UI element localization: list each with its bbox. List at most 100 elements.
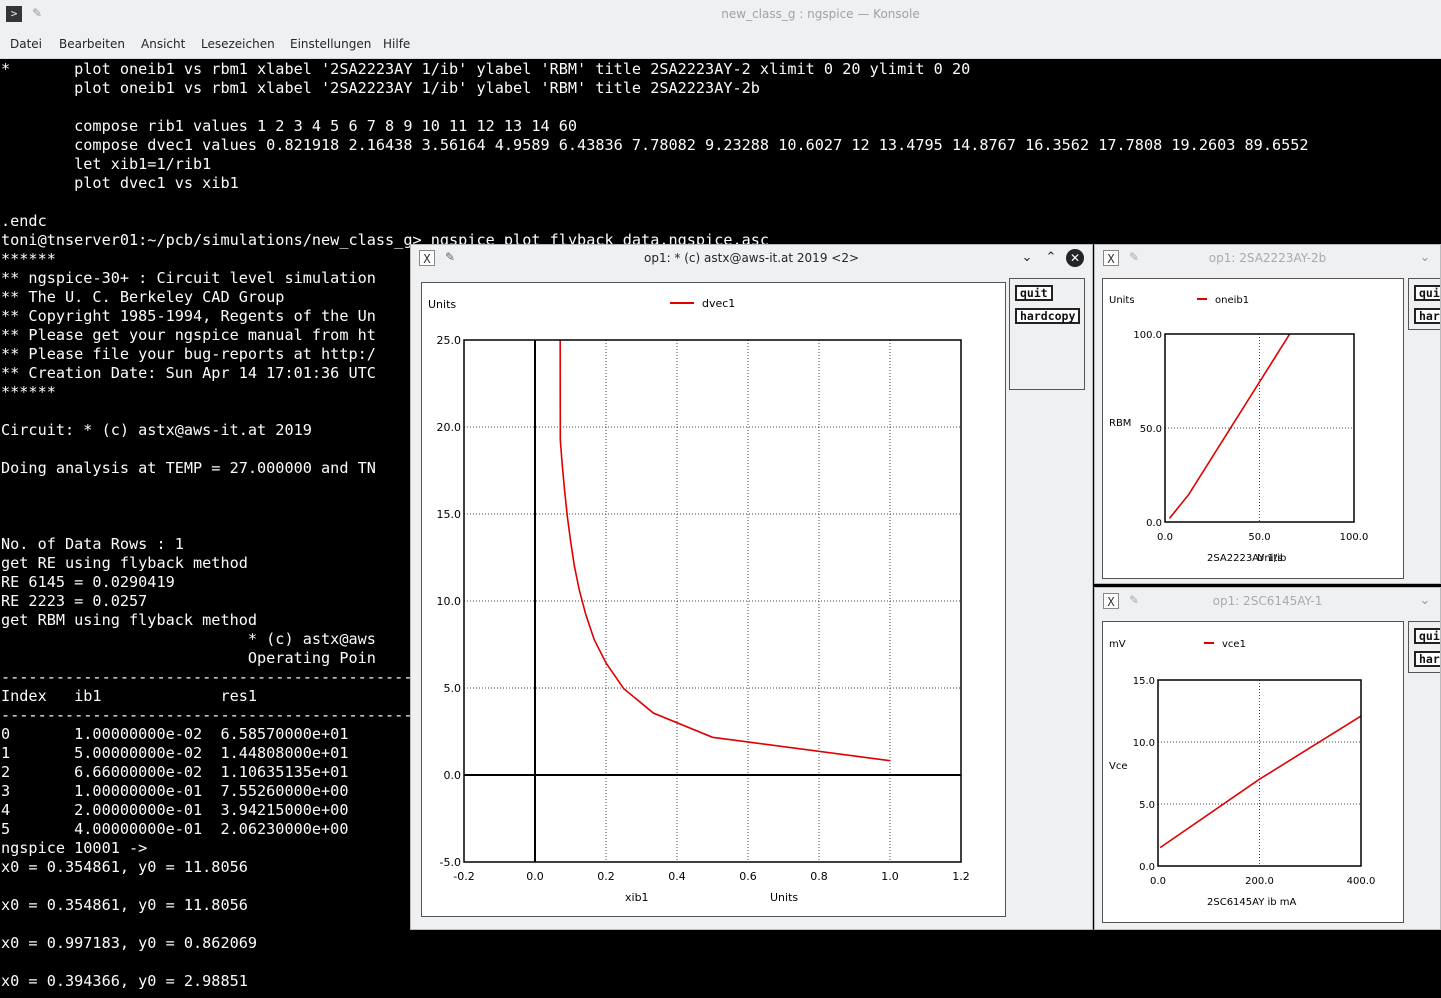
button-panel: quit hardcopy <box>1009 278 1085 390</box>
terminal-line: 5 4.00000000e-01 2.06230000e+00 <box>1 820 349 838</box>
terminal-line: Doing analysis at TEMP = 27.000000 and T… <box>1 459 376 477</box>
x-tick-label: 1.2 <box>952 870 970 883</box>
terminal-line: plot dvec1 vs xib1 <box>1 174 239 192</box>
data-point <box>1188 494 1190 496</box>
terminal-line: ** The U. C. Berkeley CAD Group <box>1 288 285 306</box>
terminal-line: * (c) astx@aws <box>1 630 376 648</box>
x-tick-label: 0.0 <box>1150 876 1166 887</box>
plot-canvas[interactable]: -0.2 0.0 0.2 0.4 0.6 0.8 1.0 1.2 -5.0 0.0 5.0 10.0 1… <box>421 282 1006 917</box>
data-point <box>559 439 561 441</box>
terminal-line: compose rib1 values 1 2 3 4 5 6 7 8 9 10… <box>1 117 578 135</box>
menu-bearbeiten[interactable]: Bearbeiten <box>59 37 125 51</box>
terminal-line: get RBM using flyback method <box>1 611 258 629</box>
legend-label: dvec1 <box>702 297 735 310</box>
konsole-titlebar: > ✎ new_class_g : ngspice — Konsole <box>0 0 1441 30</box>
menu-hilfe[interactable]: Hilfe <box>383 37 410 51</box>
data-point <box>1169 517 1171 519</box>
x-tick-label: 0.6 <box>739 870 757 883</box>
terminal-line: x0 = 0.394366, y0 = 2.98851 <box>1 972 248 990</box>
x-units-label: Units <box>770 891 798 904</box>
legend-label: vce1 <box>1222 639 1246 650</box>
units-label: Units <box>1109 295 1135 306</box>
terminal-line: ** ngspice-30+ : Circuit level simulatio… <box>1 269 376 287</box>
button-panel: quit hardcopy <box>1408 278 1440 330</box>
plot-window-dvec1[interactable]: X ✎ op1: * (c) astx@aws-it.at 2019 <2> ⌄… <box>410 244 1093 930</box>
plot-window-title: op1: 2SA2223AY-2b <box>1208 251 1327 265</box>
menu-einstellungen[interactable]: Einstellungen <box>290 37 371 51</box>
minimize-icon[interactable]: ⌄ <box>1018 249 1036 267</box>
y-tick-label: 20.0 <box>437 421 462 434</box>
terminal-line: * plot oneib1 vs rbm1 xlabel '2SA2223AY … <box>1 60 971 78</box>
close-icon[interactable]: ✕ <box>1066 249 1084 267</box>
terminal-line: 0 1.00000000e-02 6.58570000e+01 <box>1 725 349 743</box>
hardcopy-button[interactable]: hardcopy <box>1414 308 1440 324</box>
terminal-line: 1 5.00000000e-02 1.44808000e+01 <box>1 744 349 762</box>
terminal-line: let xib1=1/rib1 <box>1 155 212 173</box>
terminal-line: Index ib1 res1 <box>1 687 258 705</box>
vce1-chart: 0.0 200.0 400.0 0.0 5.0 10.0 15.0 vce1 mV Vce 2SC6… <box>1109 639 1375 908</box>
y-tick-label: -5.0 <box>440 856 461 869</box>
x-tick-label: -0.2 <box>453 870 474 883</box>
quit-button[interactable]: quit <box>1015 285 1053 301</box>
maximize-icon[interactable]: ⌃ <box>1042 249 1060 267</box>
plot-window-title: op1: 2SC6145AY-1 <box>1212 594 1323 608</box>
terminal-line: compose dvec1 values 0.821918 2.16438 3.… <box>1 136 1309 154</box>
data-point <box>605 662 607 664</box>
plot-window-titlebar[interactable]: X ✎ op1: 2SC6145AY-1 ⌄ <box>1095 588 1440 616</box>
plot-window-vce1[interactable]: X ✎ op1: 2SC6145AY-1 ⌄ 0.0 200.0 400.0 0.0 5… <box>1094 587 1441 930</box>
data-point <box>561 465 563 467</box>
series-line-oneib1 <box>1169 334 1291 519</box>
plot-canvas[interactable]: 0.0 50.0 100.0 0.0 50.0 100.0 oneib1 Units RBM 2S… <box>1102 278 1404 579</box>
terminal-line: RE 2223 = 0.0257 <box>1 592 148 610</box>
plot-window-oneib1[interactable]: X ✎ op1: 2SA2223AY-2b ⌄ 0.0 50.0 100.0 0.0 5… <box>1094 244 1441 584</box>
y-tick-label: 0.0 <box>1139 862 1155 873</box>
legend-label: oneib1 <box>1215 295 1249 306</box>
terminal-line: ** Please get your ngspice manual from h… <box>1 326 376 344</box>
terminal-line: .endc <box>1 212 47 230</box>
data-point <box>569 539 572 542</box>
y-tick-label: 0.0 <box>444 769 462 782</box>
menu-ansicht[interactable]: Ansicht <box>141 37 185 51</box>
menu-datei[interactable]: Datei <box>10 37 42 51</box>
plot-window-titlebar[interactable]: X ✎ op1: 2SA2223AY-2b ⌄ <box>1095 245 1440 273</box>
terminal-line: ngspice 10001 -> <box>1 839 148 857</box>
minimize-icon[interactable]: ⌄ <box>1416 249 1434 267</box>
x-tick-label: 0.2 <box>597 870 615 883</box>
terminal-line: 3 1.00000000e-01 7.55260000e+00 <box>1 782 349 800</box>
minimize-icon[interactable]: ⌄ <box>1416 592 1434 610</box>
data-point <box>711 736 714 738</box>
terminal-line: x0 = 0.354861, y0 = 11.8056 <box>1 896 248 914</box>
y-tick-label: 100.0 <box>1133 330 1162 341</box>
hardcopy-button[interactable]: hardcopy <box>1414 651 1440 667</box>
hardcopy-button[interactable]: hardcopy <box>1015 308 1081 324</box>
terminal-line: RE 6145 = 0.0290419 <box>1 573 175 591</box>
x-tick-label: 200.0 <box>1245 876 1274 887</box>
terminal-line: ****** <box>1 250 56 268</box>
plot-window-titlebar[interactable]: X ✎ op1: * (c) astx@aws-it.at 2019 <2> ⌄… <box>411 245 1092 273</box>
data-point <box>566 515 568 517</box>
data-point <box>652 712 654 714</box>
oneib1-chart: 0.0 50.0 100.00.050.0100.0oneib1UnitsRBM2S… <box>1109 295 1368 564</box>
data-point <box>578 589 580 592</box>
window-title: new_class_g : ngspice — Konsole <box>721 7 920 21</box>
y-tick-label: 10.0 <box>1133 738 1155 749</box>
terminal-line: No. of Data Rows : 1 <box>1 535 184 553</box>
data-point <box>889 760 891 762</box>
quit-button[interactable]: quit <box>1414 628 1440 644</box>
quit-button[interactable]: quit <box>1414 285 1440 301</box>
terminal-line: 2 6.66000000e-02 1.10635135e+01 <box>1 763 349 781</box>
x-axis-label: xib1 <box>625 891 649 904</box>
menu-lesezeichen[interactable]: Lesezeichen <box>201 37 275 51</box>
data-point <box>623 688 625 690</box>
plot-canvas[interactable]: 0.0 200.0 400.0 0.0 5.0 10.0 15.0 vce1 mV Vce 2SC6… <box>1102 621 1404 923</box>
y-tick-label: 50.0 <box>1140 424 1162 435</box>
data-point <box>593 639 595 641</box>
terminal-line: Operating Poin <box>1 649 376 667</box>
series-line-dvec1 <box>559 340 891 762</box>
data-point <box>563 489 566 492</box>
terminal-line: ** Copyright 1985-1994, Regents of the U… <box>1 307 376 325</box>
x-units-label: Units <box>1257 553 1283 564</box>
terminal-line: ** Creation Date: Sun Apr 14 17:01:36 UT… <box>1 364 376 382</box>
terminal-line: plot oneib1 vs rbm1 xlabel '2SA2223AY 1/… <box>1 79 760 97</box>
y-tick-label: 25.0 <box>437 334 462 347</box>
